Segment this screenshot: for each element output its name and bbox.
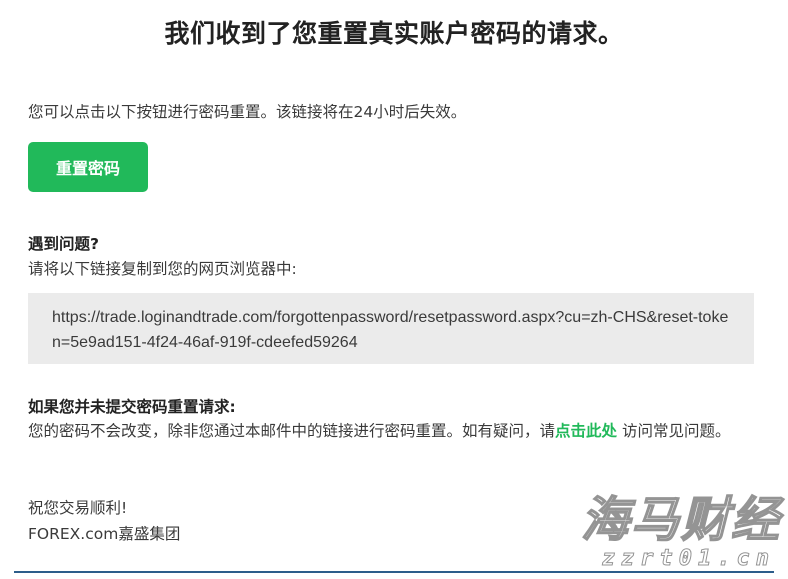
watermark-url: zzrt01.cn [601, 546, 775, 572]
not-requested-text: 您的密码不会改变，除非您通过本邮件中的链接进行密码重置。如有疑问，请点击此处 访… [28, 419, 758, 443]
not-requested-heading: 如果您并未提交密码重置请求: [28, 398, 236, 416]
reset-link-box: https://trade.loginandtrade.com/forgotte… [28, 293, 754, 364]
email-body: 我们收到了您重置真实账户密码的请求。 您可以点击以下按钮进行密码重置。该链接将在… [0, 0, 788, 579]
trouble-text: 请将以下链接复制到您的网页浏览器中: [28, 260, 297, 278]
closing-text: 祝您交易顺利! [28, 499, 128, 517]
not-requested-text-before: 您的密码不会改变，除非您通过本邮件中的链接进行密码重置。如有疑问，请 [28, 422, 556, 440]
watermark-chinese: 海马财经 [580, 491, 781, 549]
reset-link[interactable]: https://trade.loginandtrade.com/forgotte… [52, 305, 730, 355]
faq-link[interactable]: 点击此处 [555, 422, 617, 440]
reset-password-button[interactable]: 重置密码 [28, 142, 148, 192]
email-title: 我们收到了您重置真实账户密码的请求。 [164, 19, 624, 48]
not-requested-text-after: 访问常见问题。 [617, 422, 731, 440]
signature: FOREX.com嘉盛集团 [28, 525, 181, 543]
trouble-heading: 遇到问题? [28, 235, 99, 253]
intro-text: 您可以点击以下按钮进行密码重置。该链接将在24小时后失效。 [28, 103, 467, 121]
watermark: 海马财经 zzrt01.cn [545, 480, 785, 578]
footer-divider [14, 571, 774, 573]
